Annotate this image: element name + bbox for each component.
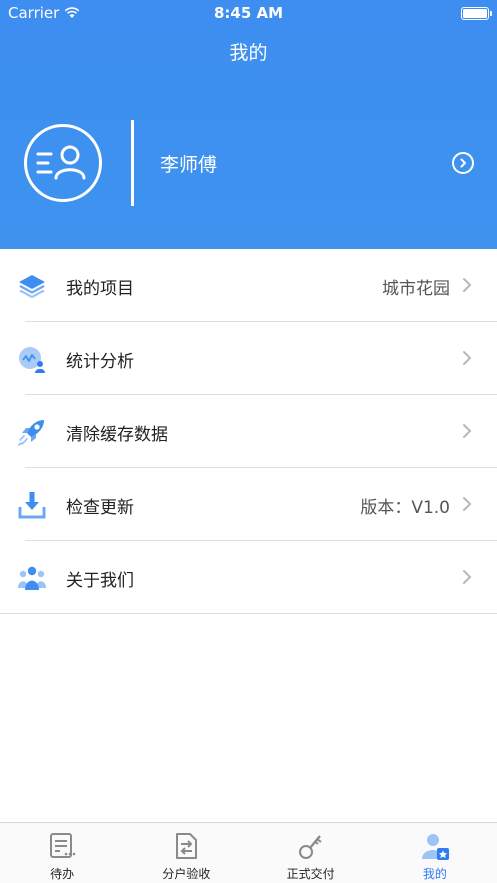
menu-divider	[0, 613, 497, 614]
menu-label: 我的项目	[66, 279, 134, 299]
key-icon	[298, 835, 322, 859]
menu-label: 关于我们	[66, 571, 134, 591]
menu-item-about-us[interactable]: 关于我们	[0, 541, 497, 614]
user-name[interactable]: 李师傅	[160, 150, 217, 177]
menu-label: 统计分析	[66, 352, 134, 372]
transfer-doc-icon	[176, 833, 198, 859]
rocket-icon	[18, 420, 44, 446]
menu-value: 城市花园	[382, 279, 450, 299]
todo-list-icon	[50, 833, 76, 858]
chevron-right-icon	[463, 278, 472, 292]
profile-divider	[131, 120, 134, 206]
tab-label: 待办	[50, 867, 75, 881]
menu-label: 检查更新	[66, 498, 134, 518]
status-bar: Carrier 8:45 AM	[0, 0, 497, 26]
avatar[interactable]	[24, 124, 102, 202]
download-icon	[18, 492, 46, 519]
settings-menu: 我的项目 城市花园 统计分析 清除缓存数据 检查更新 版本：V1.0 关于我们	[0, 249, 497, 614]
user-card-icon	[36, 145, 86, 180]
tab-label: 分户验收	[162, 867, 211, 881]
menu-item-statistics[interactable]: 统计分析	[0, 322, 497, 395]
menu-label: 清除缓存数据	[66, 425, 168, 445]
menu-item-my-projects[interactable]: 我的项目 城市花园	[0, 249, 497, 322]
chevron-right-icon	[463, 424, 472, 438]
menu-item-check-update[interactable]: 检查更新 版本：V1.0	[0, 468, 497, 541]
tab-mine[interactable]: 我的	[373, 823, 497, 883]
tab-label: 正式交付	[286, 867, 335, 881]
profile-arrow-icon[interactable]	[452, 152, 474, 174]
profile-icon	[421, 834, 449, 860]
menu-value: 版本：V1.0	[360, 498, 450, 518]
tab-label: 我的	[422, 867, 447, 881]
tab-delivery[interactable]: 正式交付	[249, 823, 373, 883]
page-title: 我的	[229, 42, 268, 64]
tab-bar: 待办 分户验收 正式交付 我的	[0, 822, 497, 883]
chevron-right-icon	[463, 570, 472, 584]
tab-acceptance[interactable]: 分户验收	[124, 823, 248, 883]
chevron-right-icon	[463, 351, 472, 365]
menu-item-clear-cache[interactable]: 清除缓存数据	[0, 395, 497, 468]
clock: 8:45 AM	[213, 4, 284, 22]
team-icon	[18, 566, 46, 590]
layers-icon	[19, 275, 45, 299]
battery-icon	[461, 7, 492, 20]
chart-user-icon	[19, 347, 45, 373]
profile-header: Carrier 8:45 AM 我的 李师傅	[0, 0, 497, 249]
tab-todo[interactable]: 待办	[0, 823, 124, 883]
chevron-right-icon	[463, 497, 472, 511]
